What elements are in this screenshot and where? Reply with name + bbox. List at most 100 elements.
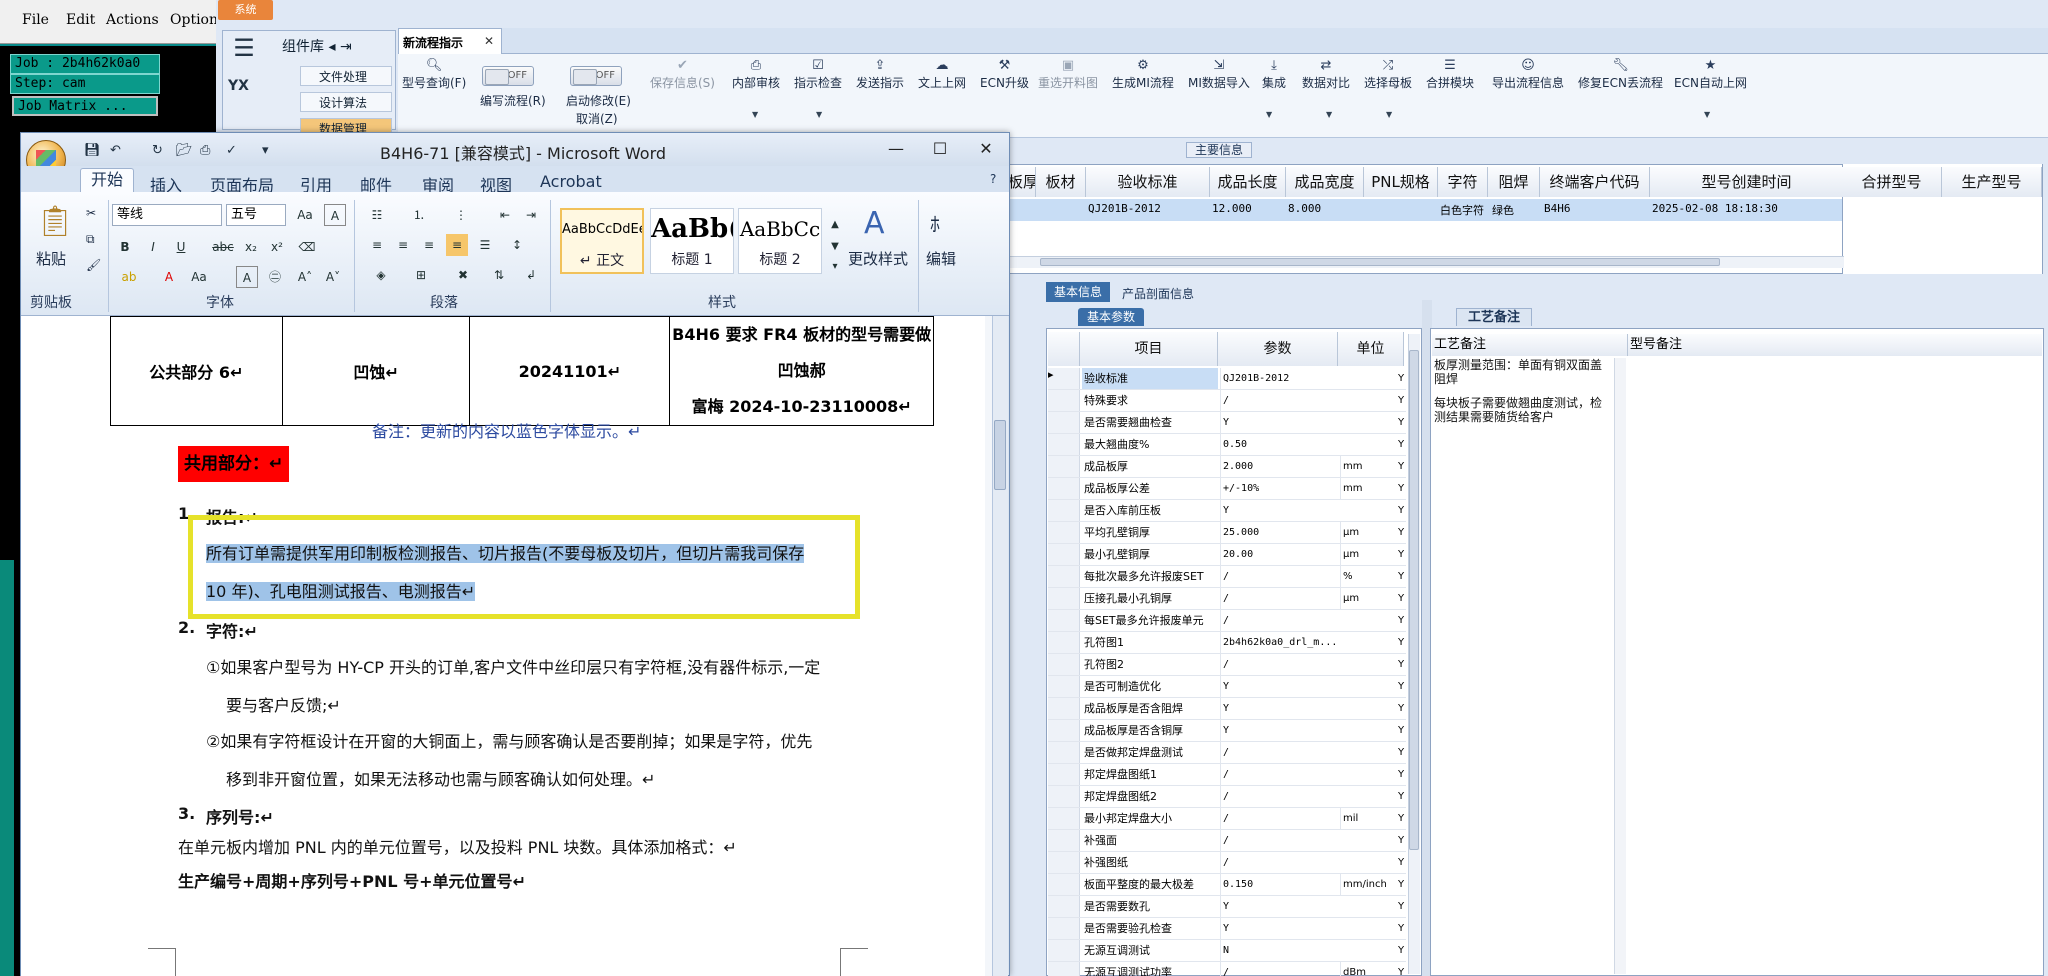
param-row[interactable]: 最小孔壁铜厚 20.00 μm Y [1048,544,1406,566]
param-row[interactable]: 最小邦定焊盘大小 / mil Y [1048,808,1406,830]
integrate-button[interactable]: ⤓ 集成 [1262,58,1286,91]
scrollbar-thumb[interactable] [1409,350,1419,850]
sort-icon[interactable]: ⇅ [488,264,510,286]
merge-module-button[interactable]: ☰ 合拼模块 [1426,58,1474,91]
enclose-char-icon[interactable]: ㊁ [264,266,286,288]
find-icon[interactable]: ﾎ [930,208,940,237]
model-query-button[interactable]: 🔍︎ 型号查询(F) [402,58,466,91]
menu-file[interactable]: File [22,12,49,28]
save-info-button[interactable]: ✔ 保存信息(S) [650,58,715,91]
line-spacing-icon[interactable]: ↕ [506,234,528,256]
chevron-left-icon[interactable]: ◂ [328,39,335,55]
param-row[interactable]: 是否需要翘曲检查 Y Y [1048,412,1406,434]
pin-icon[interactable]: ⇥ [340,39,352,55]
grid-header[interactable]: 合拼型号 [1842,167,1942,197]
repair-ecn-flow-button[interactable]: 🔧︎ 修复ECN丢流程 [1578,58,1663,91]
save-icon[interactable]: 💾︎ [84,143,101,158]
ecn-auto-upload-button[interactable]: ★ ECN自动上网 [1674,58,1747,91]
distributed-icon[interactable]: ☰ [474,234,496,256]
param-row[interactable]: 每SET最多允许报废单元 / Y [1048,610,1406,632]
start-modify-toggle[interactable]: OFF [570,66,622,86]
align-center-icon[interactable]: ≡ [392,234,414,256]
superscript-icon[interactable]: x² [266,236,288,258]
help-icon[interactable]: ? [990,172,996,186]
chevron-down-icon[interactable]: ▼ [752,110,758,119]
numbering-icon[interactable]: ⒈ [408,204,430,226]
border-icon[interactable]: ⊞ [410,264,432,286]
gen-mi-flow-button[interactable]: ⚙ 生成MI流程 [1112,58,1174,91]
param-row[interactable]: 无源互调测试 N Y [1048,940,1406,962]
table-cell[interactable]: 20241101↵ [469,316,671,426]
paste-icon[interactable]: 📋︎ [36,204,74,239]
grid-header[interactable]: 单位 [1338,332,1404,366]
craft-note-text[interactable]: 板厚测量范围：单面有铜双面盖阻焊 每块板子需要做翘曲度测试，检测结果需要随货给客… [1434,358,1610,434]
scroll-up-icon[interactable]: ▲ [824,214,846,236]
style-heading-2[interactable]: AaBbCc 标题 2 [738,208,822,274]
param-row[interactable]: 是否做邦定焊盘测试 / Y [1048,742,1406,764]
param-row[interactable]: 是否可制造优化 Y Y [1048,676,1406,698]
param-row[interactable]: 是否需要验孔检查 Y Y [1048,918,1406,940]
change-styles-button[interactable]: 更改样式 [848,248,908,269]
menu-icon[interactable]: ☰ [228,32,260,64]
vertical-scrollbar[interactable] [1614,358,1626,974]
mi-data-import-button[interactable]: ⇲ MI数据导入 [1188,58,1250,91]
tab-acrobat[interactable]: Acrobat [540,172,602,191]
param-row[interactable]: 成品板厚公差 +/-10% mm Y [1048,478,1406,500]
param-row[interactable]: 是否入库前压板 Y Y [1048,500,1406,522]
param-row[interactable]: 成品板厚是否含阻焊 Y Y [1048,698,1406,720]
grid-header[interactable]: 成品长度 [1210,167,1286,197]
chevron-down-icon[interactable]: ▼ [816,110,822,119]
align-left-icon[interactable]: ≡ [366,234,388,256]
char-border-icon[interactable]: A [324,204,346,226]
param-row[interactable]: 压接孔最小孔铜厚 / μm Y [1048,588,1406,610]
bold-icon[interactable]: B [114,236,136,258]
scrollbar-thumb[interactable] [1040,258,1720,266]
maximize-icon[interactable]: ☐ [920,136,960,162]
grid-header[interactable]: 阻焊 [1488,167,1540,197]
tab-home[interactable]: 开始 [80,168,134,192]
param-row[interactable]: 成品板厚是否含铜厚 Y Y [1048,720,1406,742]
param-row[interactable]: 补强面 / Y [1048,830,1406,852]
multilevel-list-icon[interactable]: ⋮ [450,204,472,226]
param-row[interactable]: 邦定焊盘图纸1 / Y [1048,764,1406,786]
export-flow-info-button[interactable]: ☺ 导出流程信息 [1492,58,1564,91]
show-marks-icon[interactable]: ↲ [520,264,542,286]
increase-indent-icon[interactable]: ⇥ [520,204,542,226]
print-preview-icon[interactable]: ⎙ [200,143,210,158]
italic-icon[interactable]: I [142,236,164,258]
data-compare-button[interactable]: ⇄ 数据对比 [1302,58,1350,91]
cancel-button[interactable]: 取消(Z) [576,110,618,127]
style-normal[interactable]: AaBbCcDdEe ↵ 正文 [560,208,644,274]
asian-layout-icon[interactable]: ✖ [452,264,474,286]
bullets-icon[interactable]: ☷ [366,204,388,226]
close-icon[interactable]: ✕ [966,136,1006,162]
table-cell[interactable]: 公共部分 6↵ [110,316,283,426]
grid-header[interactable]: 参数 [1218,332,1338,366]
param-row[interactable]: 板面平整度的最大极差 0.150 mm/inch Y [1048,874,1406,896]
internal-review-button[interactable]: ⎙ 内部审核 [732,58,780,91]
param-row[interactable]: 孔符图2 / Y [1048,654,1406,676]
param-row[interactable]: ▸ 验收标准 QJ201B-2012 Y [1048,368,1406,390]
system-tab[interactable]: 系统 [218,0,273,20]
justify-icon[interactable]: ≡ [446,234,468,256]
param-row[interactable]: 成品板厚 2.000 mm Y [1048,456,1406,478]
indication-check-button[interactable]: ☑ 指示检查 [794,58,842,91]
grid-header[interactable]: 工艺备注 [1432,334,1628,356]
param-row[interactable]: 无源互调测试功率 / dBm Y [1048,962,1406,976]
grid-header[interactable]: 验收标准 [1086,167,1210,197]
more-styles-icon[interactable]: ▾ [824,256,846,278]
format-painter-icon[interactable]: 🖌︎ [86,258,101,272]
param-row[interactable]: 孔符图1 2b4h62k0a0_drl_m... Y [1048,632,1406,654]
font-name-select[interactable]: 等线 [112,204,222,226]
grid-header[interactable]: 项目 [1080,332,1218,366]
param-row[interactable]: 特殊要求 / Y [1048,390,1406,412]
align-right-icon[interactable]: ≡ [418,234,440,256]
reselect-drawing-button[interactable]: ▣ 重选开料图 [1038,58,1098,91]
chevron-down-icon[interactable]: ▼ [1386,110,1392,119]
grid-header[interactable]: 板材 [1036,167,1086,197]
grid-header[interactable]: 终端客户代码 [1540,167,1650,197]
grid-header[interactable]: 型号备注 [1628,334,2042,356]
tab-profile-info[interactable]: 产品剖面信息 [1122,285,1194,302]
table-cell[interactable]: 凹蚀↵ [281,316,471,426]
close-icon[interactable]: ✕ [484,34,494,48]
